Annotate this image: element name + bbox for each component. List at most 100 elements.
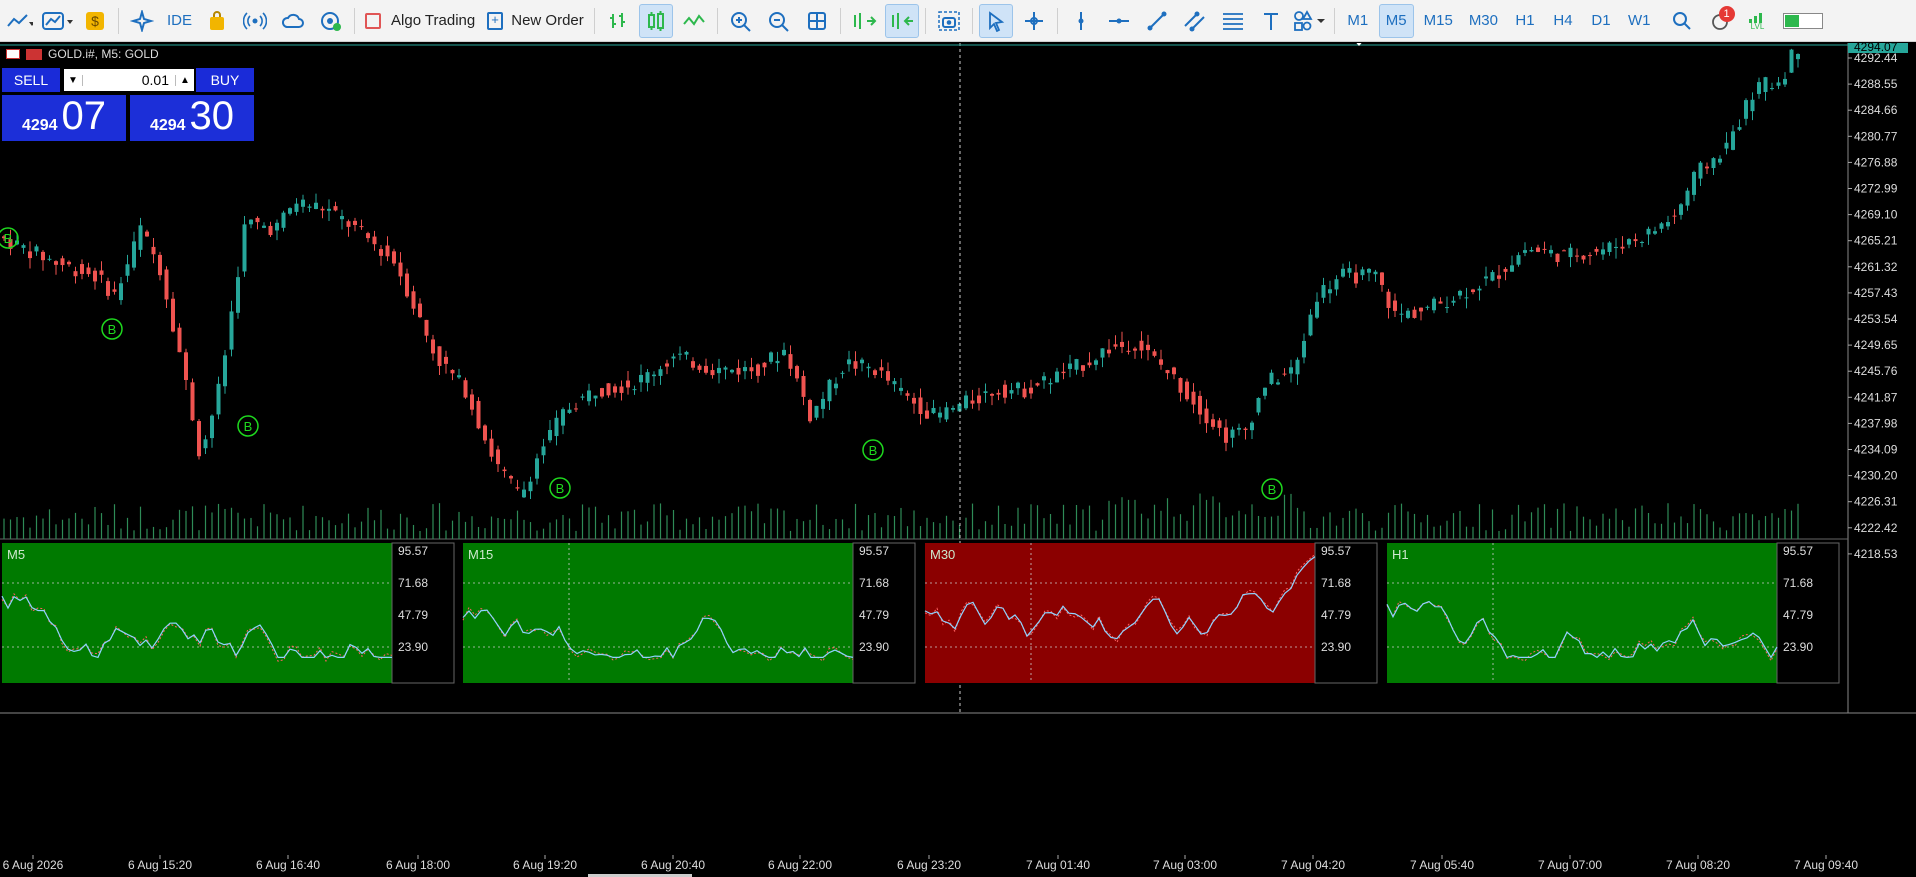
- text-tool-icon[interactable]: [1254, 4, 1288, 38]
- timeframe-m1[interactable]: M1: [1341, 4, 1375, 38]
- notifications-button[interactable]: 1: [1703, 4, 1737, 38]
- shapes-icon[interactable]: [1292, 4, 1328, 38]
- symbol-list-icon: [6, 49, 20, 59]
- candle-body: [366, 233, 370, 239]
- candle-body: [431, 339, 435, 354]
- candle-body: [606, 383, 611, 396]
- indicator-panel-m5[interactable]: [2, 543, 392, 683]
- channel-icon[interactable]: [1178, 4, 1212, 38]
- timeframe-w1[interactable]: W1: [1622, 4, 1657, 38]
- indicator-level-label: 47.79: [398, 608, 428, 622]
- vertical-line-icon[interactable]: [1064, 4, 1098, 38]
- candle-body: [1224, 427, 1228, 443]
- time-axis-label: 6 Aug 2026: [3, 858, 64, 872]
- chart-area[interactable]: 4292.44 4288.55 4284.66 4280.77 4276.88 4272.…: [0, 43, 1916, 877]
- toolbar-divider: [924, 7, 926, 34]
- horizontal-line-icon[interactable]: [1102, 4, 1136, 38]
- candle-body: [990, 393, 994, 396]
- candle-body: [983, 391, 988, 393]
- timeframe-m30[interactable]: M30: [1463, 4, 1504, 38]
- candle-body: [1536, 247, 1540, 252]
- lot-decrease-icon[interactable]: ▼: [64, 74, 83, 86]
- candle-body: [106, 281, 110, 296]
- price-axis-label: 4265.21: [1854, 234, 1898, 248]
- timeframe-d1[interactable]: D1: [1584, 4, 1618, 38]
- timeframe-m5[interactable]: M5: [1378, 3, 1414, 38]
- price-axis-label: 4261.32: [1854, 260, 1898, 274]
- search-icon[interactable]: [1665, 4, 1699, 38]
- chart-template-icon[interactable]: [40, 4, 74, 38]
- chart-header: GOLD.i#, M5: GOLD: [6, 47, 159, 61]
- timeframe-h4[interactable]: H4: [1546, 4, 1580, 38]
- candle-body: [1087, 362, 1092, 366]
- candle-body: [775, 360, 780, 364]
- timeframe-h1[interactable]: H1: [1508, 4, 1542, 38]
- candle-body: [1568, 247, 1573, 258]
- candle-body: [288, 208, 292, 214]
- ide-button[interactable]: IDE: [161, 4, 198, 38]
- candlestick-chart-icon[interactable]: [638, 3, 673, 38]
- buy-button[interactable]: BUY: [196, 68, 254, 92]
- candle-body: [151, 246, 156, 255]
- trendline-icon[interactable]: [1140, 4, 1174, 38]
- candle-body: [814, 405, 819, 418]
- candle-body: [1692, 171, 1696, 195]
- price-axis-label: 4237.98: [1854, 416, 1898, 430]
- vps-cloud-icon[interactable]: [276, 4, 310, 38]
- indicator-label: M15: [468, 547, 493, 562]
- buy-price-button[interactable]: 4294 30: [130, 95, 254, 141]
- line-chart-type-icon[interactable]: [677, 4, 711, 38]
- candle-body: [483, 425, 487, 441]
- indicator-panel-m30[interactable]: [925, 543, 1315, 683]
- candle-body: [827, 379, 832, 402]
- candle-body: [691, 361, 695, 368]
- candle-body: [860, 359, 864, 364]
- price-axis-label: 4288.55: [1854, 77, 1898, 91]
- signal-bars-icon: [1748, 12, 1762, 23]
- cursor-icon[interactable]: [978, 3, 1013, 38]
- candle-body: [359, 226, 364, 228]
- candle-body: [1256, 398, 1261, 413]
- candle-body: [1289, 367, 1293, 374]
- ai-assistant-icon[interactable]: [125, 4, 159, 38]
- lot-value: 0.01: [141, 72, 169, 88]
- lot-increase-icon[interactable]: ▲: [175, 74, 194, 86]
- candle-body: [613, 386, 617, 393]
- zoom-out-icon[interactable]: [762, 4, 796, 38]
- deposit-icon[interactable]: $: [78, 4, 112, 38]
- candle-body: [1354, 272, 1358, 284]
- candle-body: [977, 395, 981, 404]
- candle-body: [294, 203, 299, 212]
- lot-size-input[interactable]: ▼ 0.01 ▲: [64, 69, 194, 91]
- chart-canvas[interactable]: 4292.444288.554284.664280.774276.884272.…: [0, 43, 1916, 877]
- copy-trading-icon[interactable]: [314, 4, 348, 38]
- zoom-in-icon[interactable]: [724, 4, 758, 38]
- candle-body: [567, 409, 572, 413]
- algo-trading-button[interactable]: Algo Trading: [359, 4, 481, 38]
- price-axis-label: 4249.65: [1854, 338, 1898, 352]
- chart-shift-icon[interactable]: [884, 3, 919, 38]
- line-chart-icon[interactable]: [2, 4, 36, 38]
- timeframe-m15[interactable]: M15: [1418, 4, 1459, 38]
- candle-body: [275, 222, 279, 231]
- tile-windows-icon[interactable]: [800, 4, 834, 38]
- bar-chart-icon[interactable]: [601, 4, 635, 38]
- signals-icon[interactable]: [238, 4, 272, 38]
- algo-trading-label: Algo Trading: [391, 12, 476, 29]
- indicator-level-label: 95.57: [1321, 544, 1351, 558]
- market-bag-icon[interactable]: [200, 4, 234, 38]
- indicator-panel-m15[interactable]: [463, 543, 853, 683]
- auto-scroll-icon[interactable]: [847, 4, 881, 38]
- screenshot-icon[interactable]: [932, 4, 966, 38]
- sell-price-button[interactable]: 4294 07: [2, 95, 126, 141]
- candle-body: [795, 366, 799, 379]
- candle-body: [1477, 288, 1482, 291]
- new-order-button[interactable]: + New Order: [481, 4, 590, 38]
- candle-body: [242, 224, 247, 272]
- crosshair-icon[interactable]: [1017, 4, 1051, 38]
- candle-body: [424, 319, 429, 336]
- candle-body: [1464, 297, 1469, 299]
- candle-body: [1178, 378, 1183, 393]
- fibonacci-icon[interactable]: [1216, 4, 1250, 38]
- sell-button[interactable]: SELL: [2, 68, 60, 92]
